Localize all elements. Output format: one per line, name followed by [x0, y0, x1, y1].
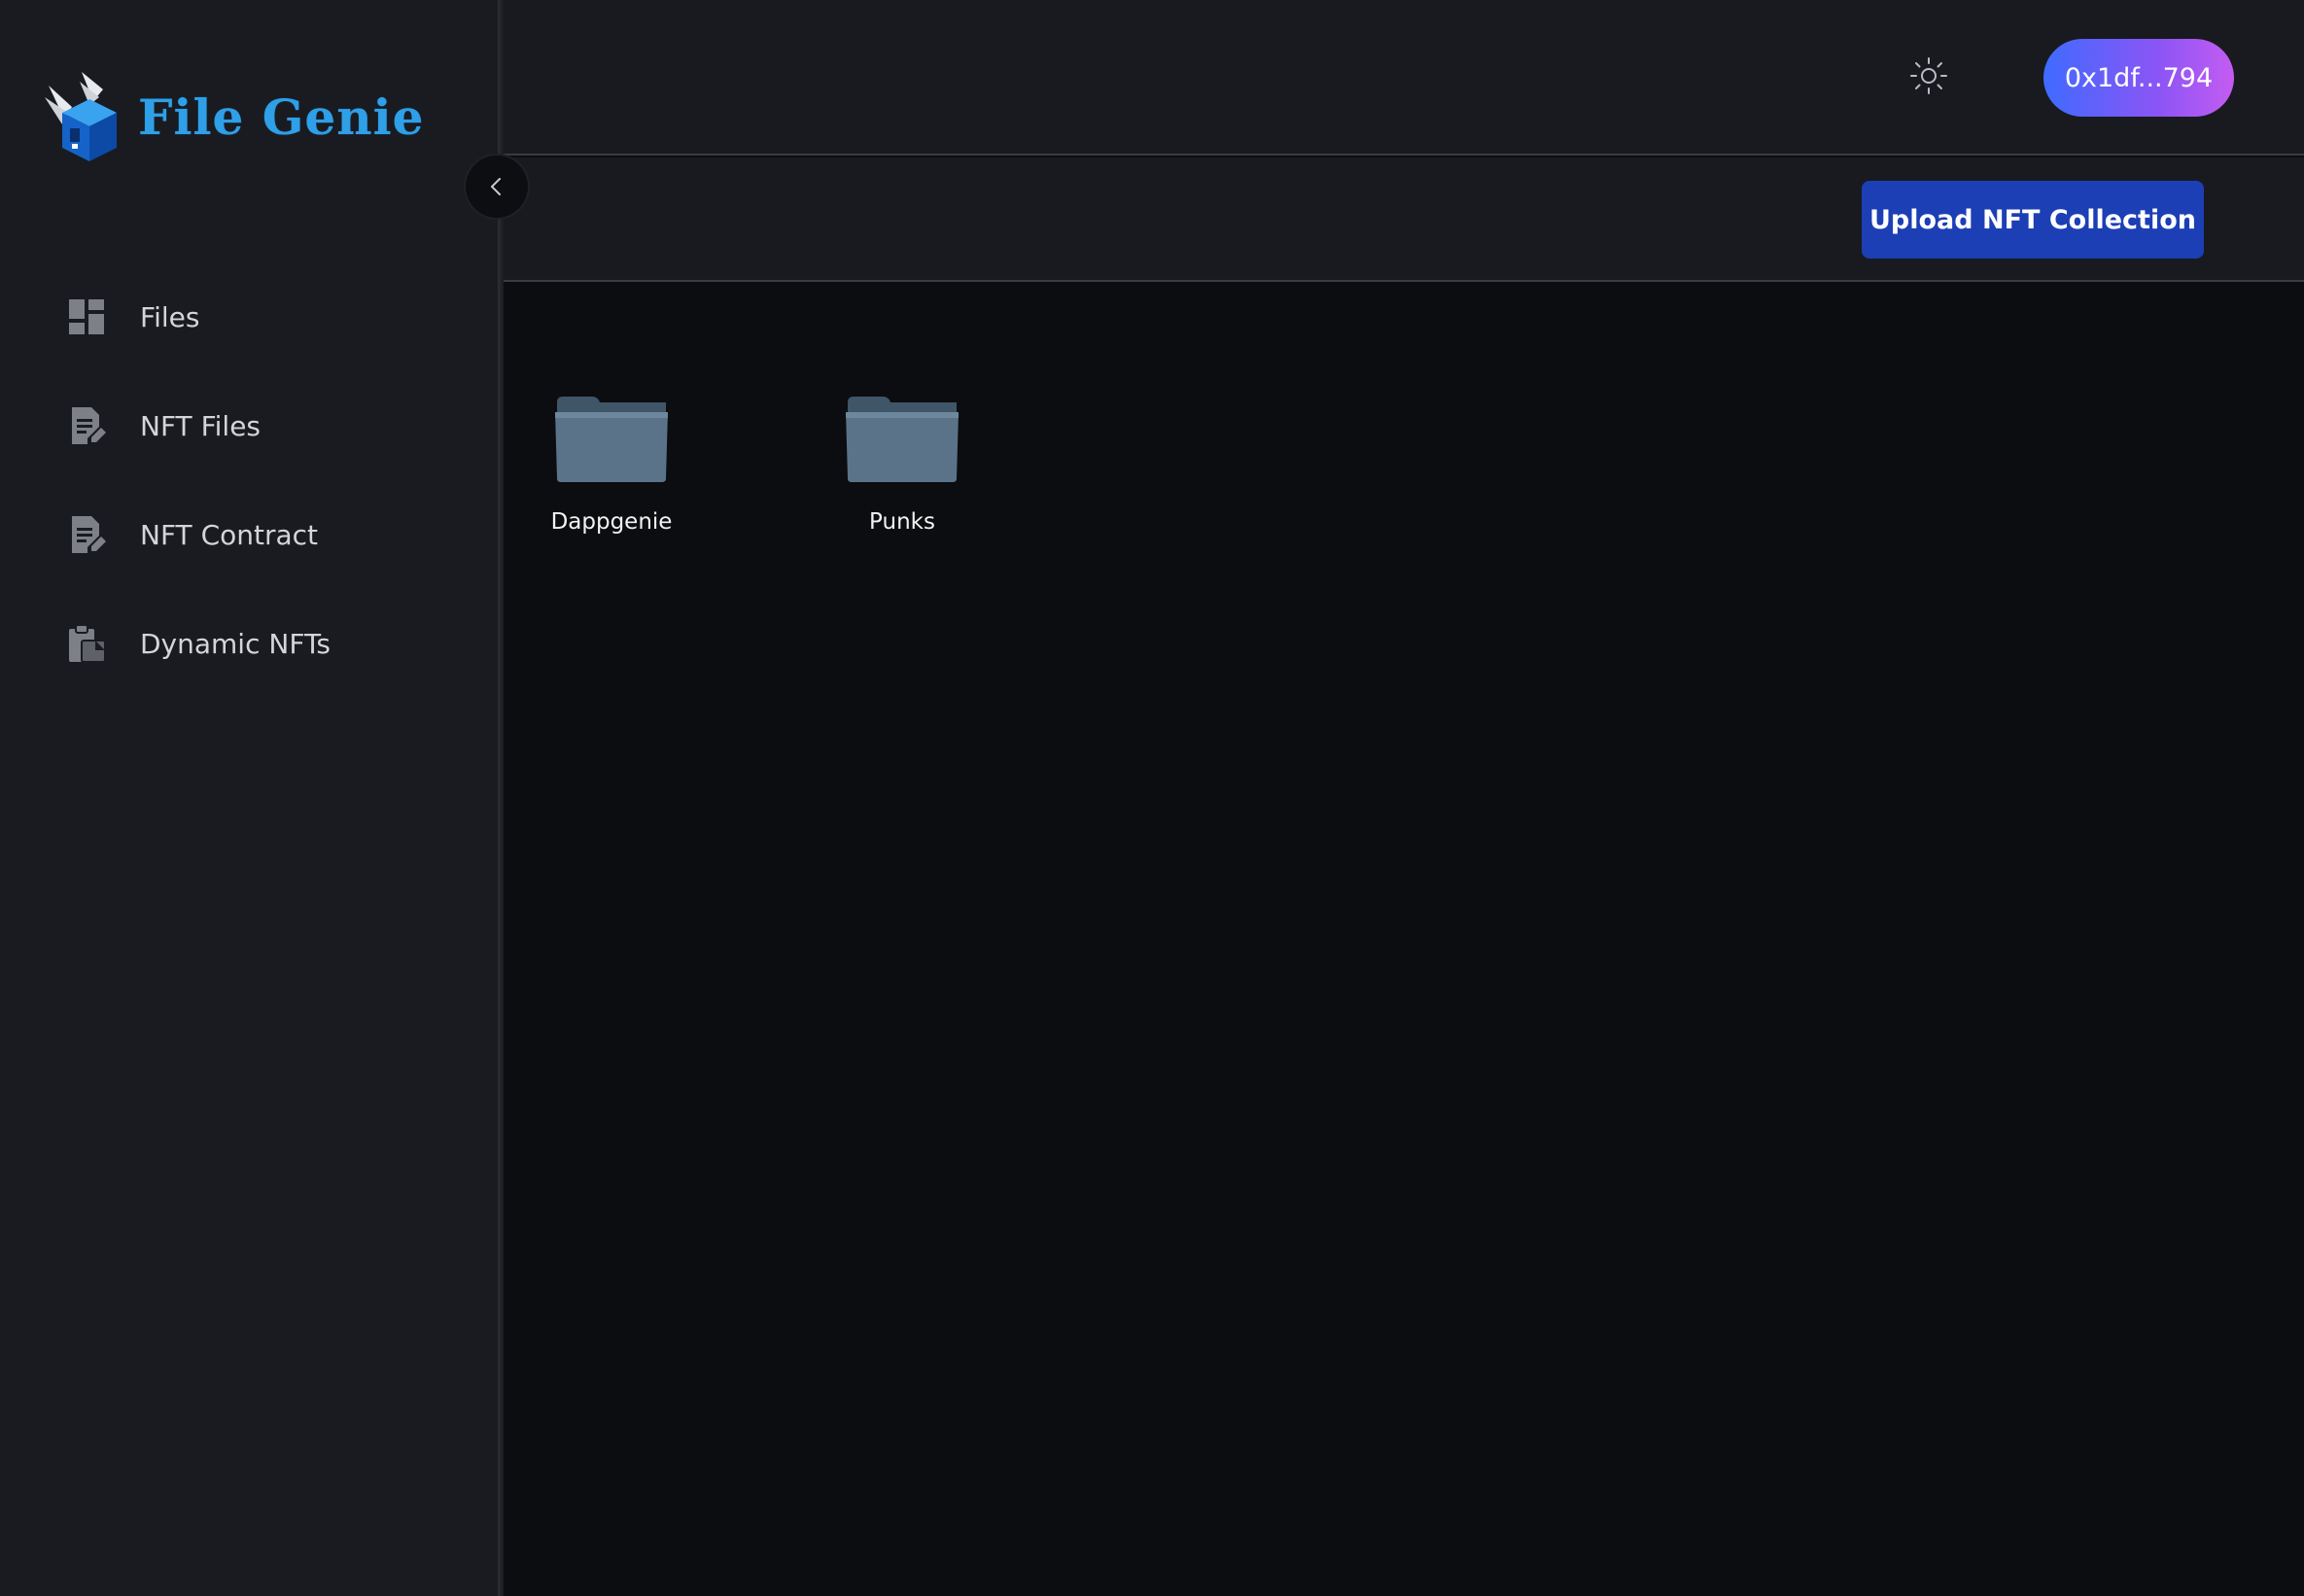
edit-document-icon — [72, 407, 106, 444]
sidebar-item-label: NFT Contract — [140, 518, 319, 551]
clipboard-icon — [69, 624, 106, 663]
sidebar-item-nft-files[interactable]: NFT Files — [0, 371, 498, 480]
dashboard-icon — [69, 299, 104, 334]
folder-name: Dappgenie — [550, 509, 673, 535]
brand-name: File Genie — [138, 87, 425, 146]
sidebar-item-nft-contract[interactable]: NFT Contract — [0, 480, 498, 589]
sidebar-item-files[interactable]: Files — [0, 262, 498, 371]
wallet-address-button[interactable]: 0x1df...794 — [2043, 39, 2234, 117]
top-bar: 0x1df...794 — [504, 0, 2304, 156]
action-bar: Upload NFT Collection — [504, 157, 2304, 282]
sidebar-item-label: NFT Files — [140, 409, 262, 442]
edit-document-icon — [72, 516, 106, 553]
sun-icon — [1910, 57, 1947, 94]
chevron-left-icon — [491, 178, 501, 195]
sidebar-item-label: Dynamic NFTs — [140, 627, 331, 660]
app-logo[interactable]: File Genie — [43, 68, 424, 165]
sidebar: File Genie Files NFT Files NFT Contract … — [0, 0, 498, 1596]
folder-name: Punks — [869, 509, 935, 535]
sidebar-item-label: Files — [140, 300, 200, 333]
folder-icon — [846, 397, 959, 482]
file-browser: Dappgenie Punks — [504, 284, 2304, 1596]
genie-box-logo-icon — [43, 68, 126, 165]
theme-toggle-button[interactable] — [1909, 56, 1948, 95]
sidebar-item-dynamic-nfts[interactable]: Dynamic NFTs — [0, 589, 498, 698]
sidebar-nav: Files NFT Files NFT Contract Dynamic NFT… — [0, 262, 498, 698]
folder-item[interactable]: Dappgenie — [514, 391, 709, 535]
collapse-sidebar-button[interactable] — [466, 156, 528, 218]
upload-nft-collection-button[interactable]: Upload NFT Collection — [1862, 181, 2204, 259]
folder-icon — [555, 397, 668, 482]
folder-item[interactable]: Punks — [805, 391, 999, 535]
